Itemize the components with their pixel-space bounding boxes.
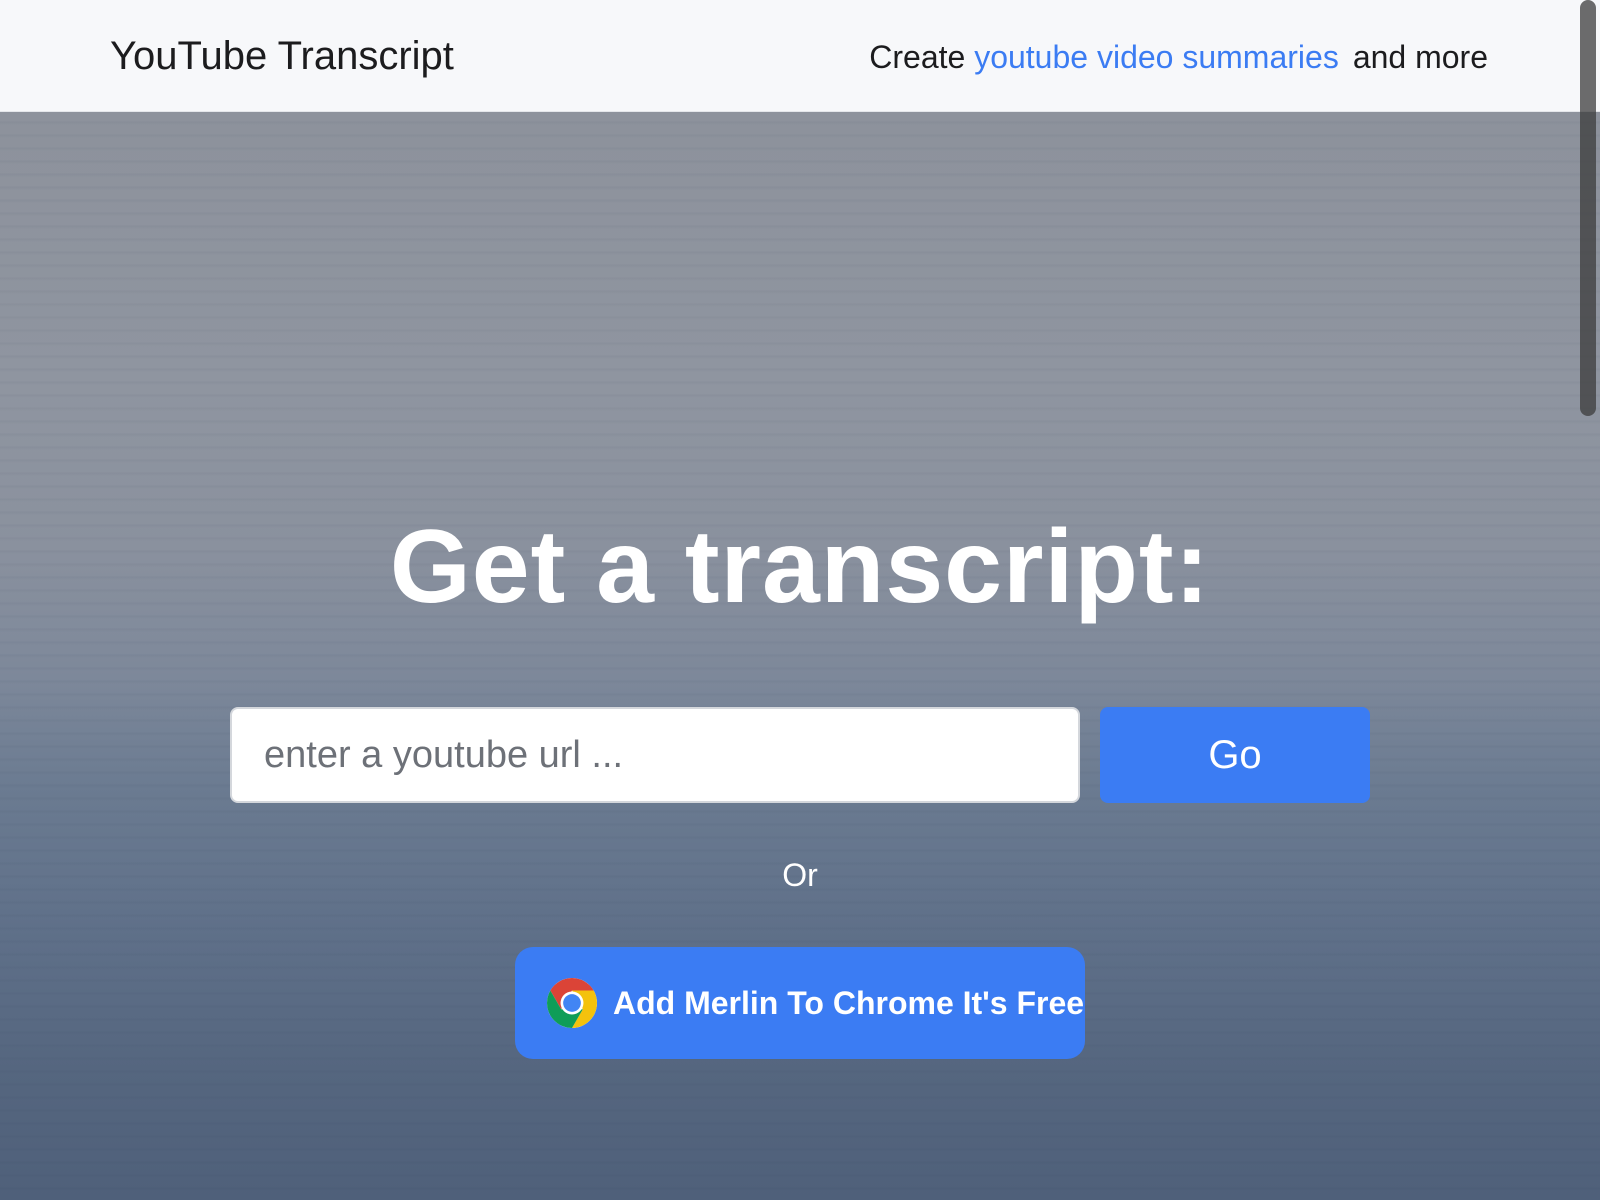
add-to-chrome-button[interactable]: Add Merlin To Chrome It's Free — [515, 947, 1085, 1059]
chrome-icon — [547, 978, 597, 1028]
video-summaries-link[interactable]: youtube video summaries — [974, 39, 1339, 75]
add-to-chrome-label: Add Merlin To Chrome It's Free — [613, 984, 1085, 1021]
site-header: YouTube Transcript Create youtube video … — [0, 0, 1600, 112]
or-separator: Or — [782, 857, 818, 893]
page-title: Get a transcript: — [389, 509, 1211, 625]
page-scrollbar[interactable] — [1568, 0, 1600, 1200]
tagline: Create youtube video summaries and more — [869, 36, 1488, 78]
tagline-suffix: and more — [1352, 39, 1488, 75]
youtube-url-input[interactable] — [230, 707, 1080, 803]
go-button[interactable]: Go — [1100, 707, 1370, 803]
brand-logo-text[interactable]: YouTube Transcript — [110, 30, 454, 82]
tagline-prefix: Create — [869, 39, 975, 75]
scrollbar-thumb[interactable] — [1580, 0, 1596, 416]
hero-section: Get a transcript: Go Or Add Merlin To Ch… — [0, 112, 1600, 1200]
